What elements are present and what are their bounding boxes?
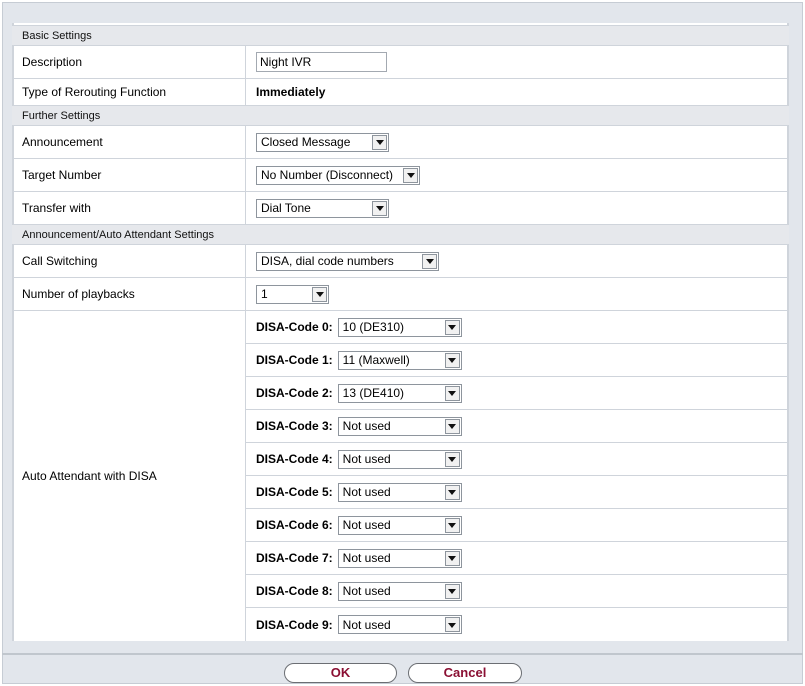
- disa-code-row: DISA-Code 5: Not used: [246, 476, 789, 509]
- transfer-with-select-value: Dial Tone: [261, 201, 311, 215]
- section-announcement-settings: Announcement/Auto Attendant Settings: [12, 224, 789, 245]
- disa-code-row: DISA-Code 8: Not used: [246, 575, 789, 608]
- row-auto-attendant: Auto Attendant with DISA DISA-Code 0: 10 …: [12, 311, 789, 641]
- announcement-select[interactable]: Closed Message: [256, 132, 389, 152]
- chevron-down-icon[interactable]: [444, 583, 460, 599]
- disa-code-select-value: 11 (Maxwell): [342, 353, 410, 367]
- description-label: Description: [12, 46, 246, 78]
- chevron-down-icon[interactable]: [444, 484, 460, 500]
- disa-code-select[interactable]: 10 (DE310): [337, 317, 462, 337]
- disa-code-label: DISA-Code 9:: [256, 617, 333, 632]
- description-input[interactable]: [256, 52, 387, 72]
- disa-code-select-value: 13 (DE410): [342, 386, 405, 400]
- row-description: Description: [12, 46, 789, 79]
- disa-code-row: DISA-Code 3: Not used: [246, 410, 789, 443]
- disa-code-label: DISA-Code 2:: [256, 386, 333, 400]
- transfer-with-select[interactable]: Dial Tone: [256, 198, 389, 218]
- ok-button[interactable]: OK: [284, 663, 397, 683]
- chevron-down-icon[interactable]: [444, 319, 460, 335]
- playbacks-select[interactable]: 1: [256, 284, 329, 304]
- disa-code-label: DISA-Code 7:: [256, 551, 333, 565]
- disa-code-select[interactable]: Not used: [337, 615, 462, 634]
- disa-code-row: DISA-Code 1: 11 (Maxwell): [246, 344, 789, 377]
- disa-code-label: DISA-Code 5:: [256, 485, 333, 499]
- disa-code-row: DISA-Code 0: 10 (DE310): [246, 311, 789, 344]
- target-number-label: Target Number: [12, 159, 246, 191]
- disa-code-select-value: Not used: [342, 485, 391, 499]
- disa-code-select-value: Not used: [342, 551, 391, 565]
- disa-code-row: DISA-Code 6: Not used: [246, 509, 789, 542]
- call-switching-label: Call Switching: [12, 245, 246, 277]
- disa-code-row: DISA-Code 2: 13 (DE410): [246, 377, 789, 410]
- rerouting-type-value: Immediately: [256, 85, 326, 99]
- disa-code-row: DISA-Code 9: Not used: [246, 608, 789, 641]
- disa-code-select[interactable]: Not used: [337, 548, 462, 568]
- disa-code-label: DISA-Code 4:: [256, 452, 333, 466]
- disa-code-select-value: Not used: [342, 584, 391, 598]
- disa-code-select[interactable]: 11 (Maxwell): [337, 350, 462, 370]
- chevron-down-icon[interactable]: [444, 517, 460, 533]
- playbacks-label: Number of playbacks: [12, 278, 246, 310]
- call-switching-select-value: DISA, dial code numbers: [261, 254, 394, 268]
- rerouting-type-label: Type of Rerouting Function: [12, 79, 246, 105]
- chevron-down-icon[interactable]: [444, 385, 460, 401]
- chevron-down-icon[interactable]: [444, 617, 460, 632]
- disa-code-select-value: Not used: [342, 419, 391, 433]
- call-switching-select[interactable]: DISA, dial code numbers: [256, 251, 439, 271]
- announcement-label: Announcement: [12, 126, 246, 158]
- disa-code-label: DISA-Code 3:: [256, 419, 333, 433]
- chevron-down-icon[interactable]: [312, 286, 327, 302]
- disa-code-row: DISA-Code 4: Not used: [246, 443, 789, 476]
- chevron-down-icon[interactable]: [444, 451, 460, 467]
- chevron-down-icon[interactable]: [444, 352, 460, 368]
- chevron-down-icon[interactable]: [444, 550, 460, 566]
- section-further-settings: Further Settings: [12, 105, 789, 126]
- disa-code-row: DISA-Code 7: Not used: [246, 542, 789, 575]
- row-playbacks: Number of playbacks 1: [12, 278, 789, 311]
- row-target-number: Target Number No Number (Disconnect): [12, 159, 789, 192]
- disa-code-select[interactable]: Not used: [337, 449, 462, 469]
- button-bar: OK Cancel: [2, 653, 803, 686]
- disa-code-label: DISA-Code 6:: [256, 518, 333, 532]
- row-announcement: Announcement Closed Message: [12, 126, 789, 159]
- disa-code-label: DISA-Code 8:: [256, 584, 333, 598]
- auto-attendant-label: Auto Attendant with DISA: [12, 311, 246, 641]
- announcement-select-value: Closed Message: [261, 135, 351, 149]
- playbacks-select-value: 1: [261, 287, 268, 301]
- disa-code-select[interactable]: Not used: [337, 515, 462, 535]
- disa-code-select[interactable]: Not used: [337, 581, 462, 601]
- target-number-select[interactable]: No Number (Disconnect): [256, 165, 420, 185]
- target-number-select-value: No Number (Disconnect): [261, 168, 394, 182]
- chevron-down-icon[interactable]: [372, 200, 387, 216]
- disa-code-select-value: Not used: [342, 452, 391, 466]
- disa-code-select-value: Not used: [342, 617, 391, 632]
- disa-code-select[interactable]: Not used: [337, 416, 462, 436]
- chevron-down-icon[interactable]: [372, 134, 387, 150]
- disa-code-select-value: Not used: [342, 518, 391, 532]
- chevron-down-icon[interactable]: [422, 253, 437, 269]
- disa-code-select[interactable]: 13 (DE410): [337, 383, 462, 403]
- disa-code-label: DISA-Code 1:: [256, 353, 333, 367]
- row-transfer-with: Transfer with Dial Tone: [12, 192, 789, 225]
- cancel-button[interactable]: Cancel: [408, 663, 522, 683]
- transfer-with-label: Transfer with: [12, 192, 246, 224]
- disa-code-label: DISA-Code 0:: [256, 320, 333, 334]
- chevron-down-icon[interactable]: [403, 167, 418, 183]
- disa-code-select-value: 10 (DE310): [342, 320, 405, 334]
- section-basic-settings: Basic Settings: [12, 25, 789, 46]
- row-rerouting-type: Type of Rerouting Function Immediately: [12, 79, 789, 106]
- disa-code-select[interactable]: Not used: [337, 482, 462, 502]
- chevron-down-icon[interactable]: [444, 418, 460, 434]
- row-call-switching: Call Switching DISA, dial code numbers: [12, 245, 789, 278]
